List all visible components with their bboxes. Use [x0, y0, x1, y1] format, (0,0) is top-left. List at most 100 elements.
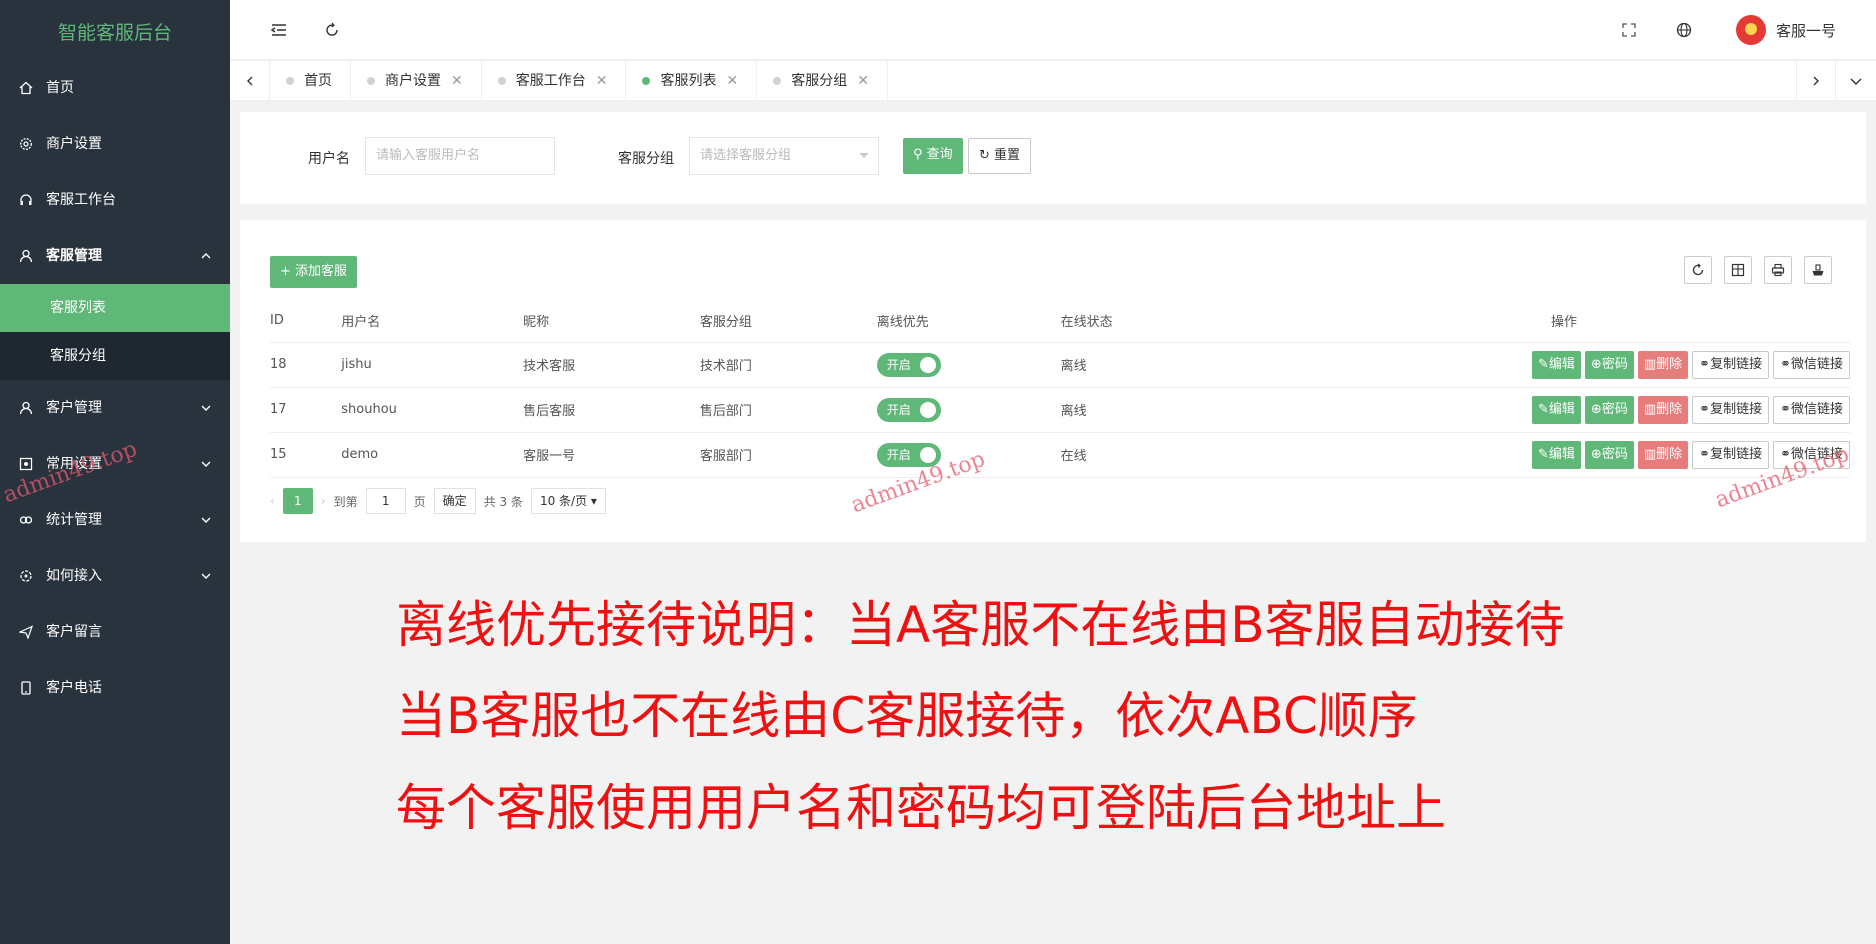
reset-button[interactable]: ↻ 重置: [968, 138, 1032, 174]
sidebar-item-merchant-settings[interactable]: 商户设置: [0, 116, 230, 172]
next-page-icon[interactable]: ›: [321, 494, 326, 508]
columns-icon: [1731, 263, 1745, 277]
password-button[interactable]: ⊕密码: [1584, 350, 1634, 379]
sidebar-item-label: 如何接入: [46, 568, 102, 584]
trash-icon: ▥: [1643, 356, 1657, 372]
chevron-left-icon: [246, 76, 252, 86]
page-size-select[interactable]: 10 条/页 ▾: [530, 488, 606, 514]
sidebar-item-how-to-connect[interactable]: 如何接入: [0, 548, 230, 604]
edit-button[interactable]: ✎编辑: [1532, 395, 1581, 424]
table-columns-button[interactable]: [1724, 256, 1752, 284]
sidebar-item-service-management[interactable]: 客服管理: [0, 228, 230, 284]
tabs-dropdown-button[interactable]: [1836, 61, 1876, 101]
tab-service-workbench[interactable]: 客服工作台 ✕: [482, 61, 627, 101]
offline-first-switch[interactable]: 开启: [876, 352, 941, 377]
tab-merchant-settings[interactable]: 商户设置 ✕: [351, 61, 482, 101]
close-icon[interactable]: ✕: [451, 61, 463, 101]
setting-icon: [19, 457, 33, 471]
close-icon[interactable]: ✕: [857, 61, 869, 101]
sidebar-item-home[interactable]: 首页: [0, 60, 230, 116]
goto-confirm-button[interactable]: 确定: [433, 488, 476, 514]
note-line-2: 当B客服也不在线由C客服接待，依次ABC顺序: [396, 687, 1418, 745]
copy-link-button[interactable]: ⚭复制链接: [1692, 440, 1770, 469]
offline-first-switch[interactable]: 开启: [876, 397, 941, 422]
sidebar-subitem-service-list[interactable]: 客服列表: [0, 284, 230, 332]
cell-offline-first: 开启: [876, 342, 1061, 388]
copy-link-button[interactable]: ⚭复制链接: [1692, 395, 1770, 424]
fullscreen-icon[interactable]: [1620, 21, 1638, 39]
sidebar-item-statistics[interactable]: 统计管理: [0, 492, 230, 548]
tab-service-group[interactable]: 客服分组 ✕: [757, 61, 888, 101]
close-icon[interactable]: ✕: [596, 61, 608, 101]
link-icon: ⚭: [1699, 446, 1711, 462]
user-icon: [19, 401, 33, 415]
sidebar-item-label: 客服工作台: [46, 192, 116, 208]
trash-icon: ▥: [1643, 446, 1657, 462]
user-menu[interactable]: 客服一号: [1735, 14, 1836, 46]
globe-icon[interactable]: [1675, 21, 1693, 39]
query-button[interactable]: ⚲ 查询: [903, 138, 963, 174]
service-table: ID 用户名 昵称 客服分组 离线优先 在线状态 操作 18 jishu 技术客…: [270, 300, 1850, 478]
copy-link-button[interactable]: ⚭复制链接: [1692, 350, 1770, 379]
cell-nickname: 技术客服: [523, 342, 700, 388]
reset-button-label: 重置: [994, 148, 1021, 163]
link-icon: ⚭: [1699, 356, 1711, 372]
tab-service-list[interactable]: 客服列表 ✕: [626, 61, 758, 101]
sidebar-subitem-service-group[interactable]: 客服分组: [0, 332, 230, 380]
link-icon: [19, 516, 33, 524]
tab-status-dot: [367, 77, 375, 85]
tabs-scroll-left-button[interactable]: [230, 61, 270, 101]
sidebar-item-customer-phone[interactable]: 客户电话: [0, 660, 230, 716]
table-row: 18 jishu 技术客服 技术部门 开启 离线 ✎编辑 ⊕密码 ▥删除 ⚭复制…: [270, 342, 1850, 388]
link-icon: ⚭: [1780, 356, 1791, 372]
wechat-link-button[interactable]: ⚭微信链接: [1773, 395, 1850, 424]
chevron-down-icon: [201, 405, 211, 411]
column-header-id: ID: [270, 300, 342, 343]
app-logo-title[interactable]: 智能客服后台: [0, 0, 230, 60]
offline-first-switch[interactable]: 开启: [876, 442, 941, 467]
password-button[interactable]: ⊕密码: [1584, 395, 1634, 424]
link-icon: ⚭: [1780, 401, 1791, 417]
column-header-nickname: 昵称: [523, 300, 700, 343]
tab-label: 客服分组: [791, 73, 848, 89]
username-input[interactable]: 请输入客服用户名: [365, 137, 555, 175]
close-icon[interactable]: ✕: [726, 61, 738, 101]
tab-list: 首页 商户设置 ✕ 客服工作台 ✕ 客服列表 ✕ 客服分组 ✕: [270, 61, 888, 101]
add-service-button[interactable]: + 添加客服: [270, 256, 358, 288]
cell-status: 离线: [1060, 342, 1278, 388]
caret-down-icon: [859, 153, 869, 158]
delete-button[interactable]: ▥删除: [1637, 395, 1689, 424]
password-button[interactable]: ⊕密码: [1584, 440, 1634, 469]
headset-icon: [20, 194, 32, 205]
sidebar-item-label: 客户电话: [46, 680, 102, 696]
refresh-icon[interactable]: [323, 21, 341, 39]
sidebar-item-customer-messages[interactable]: 客户留言: [0, 604, 230, 660]
edit-button[interactable]: ✎编辑: [1532, 350, 1581, 379]
delete-button[interactable]: ▥删除: [1637, 350, 1689, 379]
password-label: 密码: [1601, 356, 1628, 372]
sidebar-item-service-workbench[interactable]: 客服工作台: [0, 172, 230, 228]
note-line-3: 每个客服使用用户名和密码均可登陆后台地址上: [396, 779, 1446, 837]
menu-fold-icon[interactable]: [270, 21, 288, 39]
table-export-button[interactable]: [1804, 256, 1832, 284]
goto-page-input[interactable]: 1: [365, 488, 406, 514]
tab-label: 首页: [304, 73, 332, 89]
sidebar-item-customer-management[interactable]: 客户管理: [0, 380, 230, 436]
password-label: 密码: [1601, 401, 1628, 417]
cell-username: demo: [341, 432, 524, 478]
tab-status-dot: [286, 77, 294, 85]
current-page[interactable]: 1: [282, 488, 313, 514]
delete-button[interactable]: ▥删除: [1637, 440, 1689, 469]
group-select[interactable]: 请选择客服分组: [689, 137, 879, 175]
wechat-link-button[interactable]: ⚭微信链接: [1773, 350, 1850, 379]
tabs-scroll-right-button[interactable]: [1796, 61, 1836, 101]
tab-home[interactable]: 首页: [270, 61, 351, 101]
lock-icon: ⊕: [1590, 356, 1602, 372]
edit-button[interactable]: ✎编辑: [1532, 440, 1581, 469]
group-select-placeholder: 请选择客服分组: [700, 148, 792, 163]
prev-page-icon[interactable]: ‹: [270, 494, 275, 508]
column-header-status: 在线状态: [1060, 300, 1278, 343]
table-print-button[interactable]: [1764, 256, 1792, 284]
copy-link-label: 复制链接: [1710, 356, 1763, 372]
table-refresh-button[interactable]: [1684, 256, 1712, 284]
